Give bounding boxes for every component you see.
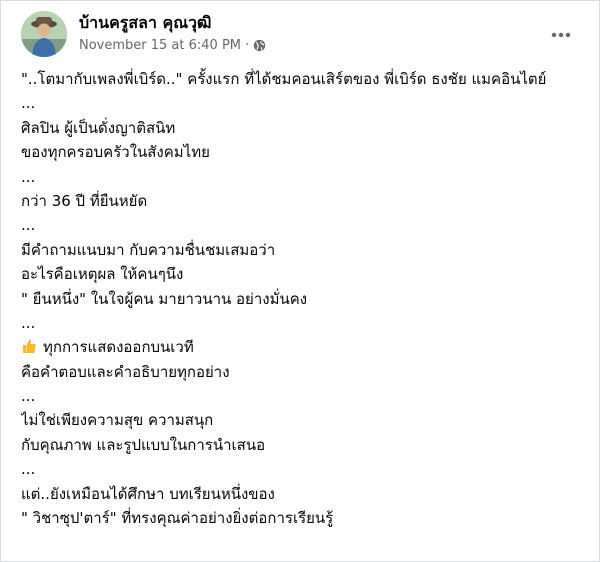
post-line: อะไรคือเหตุผล ให้คนๆนึง (21, 265, 184, 284)
post-line: "..โตมากับเพลงพี่เบิร์ด.." ครั้งแรก ที่ไ… (21, 70, 547, 88)
avatar[interactable] (21, 11, 67, 57)
thumbs-up-icon (21, 337, 37, 354)
more-options-button[interactable] (543, 17, 579, 53)
post-meta: November 15 at 6:40 PM · (79, 38, 266, 53)
author-name[interactable]: บ้านครูสลา คุณวุฒิ (79, 11, 211, 36)
post-line: มีคำถามแนบมา กับความชื่นชมเสมอว่า (21, 240, 276, 259)
post-line: ... (21, 460, 36, 479)
globe-icon[interactable] (253, 39, 266, 52)
post-line: แต่..ยังเหมือนได้ศึกษา บทเรียนหนึ่งของ (21, 484, 275, 503)
post-line: ของทุกครอบครัวในสังคมไทย (21, 143, 210, 162)
post-header: บ้านครูสลา คุณวุฒิ November 15 at 6:40 P… (1, 1, 600, 63)
post-line: กับคุณภาพ และรูปแบบในการนำเสนอ (21, 435, 266, 454)
post-line: ... (21, 216, 36, 235)
facebook-post: บ้านครูสลา คุณวุฒิ November 15 at 6:40 P… (0, 0, 600, 562)
more-options-icon (551, 32, 571, 38)
profile-photo (21, 11, 67, 57)
post-text: "..โตมากับเพลงพี่เบิร์ด.." ครั้งแรก ที่ไ… (21, 67, 581, 530)
post-line: " ยืนหนึ่ง" ในใจผู้คน มายาวนาน อย่างมั่น… (21, 289, 308, 308)
post-line: กว่า 36 ปี ที่ยืนหยัด (21, 191, 148, 210)
post-line: " วิชาซุป'ตาร์" ที่ทรงคุณค่าอย่างยิ่งต่อ… (21, 509, 334, 528)
post-line: ศิลปิน ผู้เป็นดั่งญาติสนิท (21, 118, 176, 137)
post-line: ... (21, 313, 36, 332)
post-line: ... (21, 387, 36, 406)
post-line: ... (21, 167, 36, 186)
post-timestamp[interactable]: November 15 at 6:40 PM (79, 38, 241, 53)
post-line-text: ทุกการแสดงออกบนเวที (43, 338, 194, 357)
meta-separator: · (245, 38, 250, 53)
post-line: ไม่ใช่เพียงความสุข ความสนุก (21, 411, 214, 430)
post-line-with-emoji: ทุกการแสดงออกบนเวที (21, 335, 581, 359)
post-line: ... (21, 94, 36, 113)
post-line: คือคำตอบและคำอธิบายทุกอย่าง (21, 362, 230, 381)
